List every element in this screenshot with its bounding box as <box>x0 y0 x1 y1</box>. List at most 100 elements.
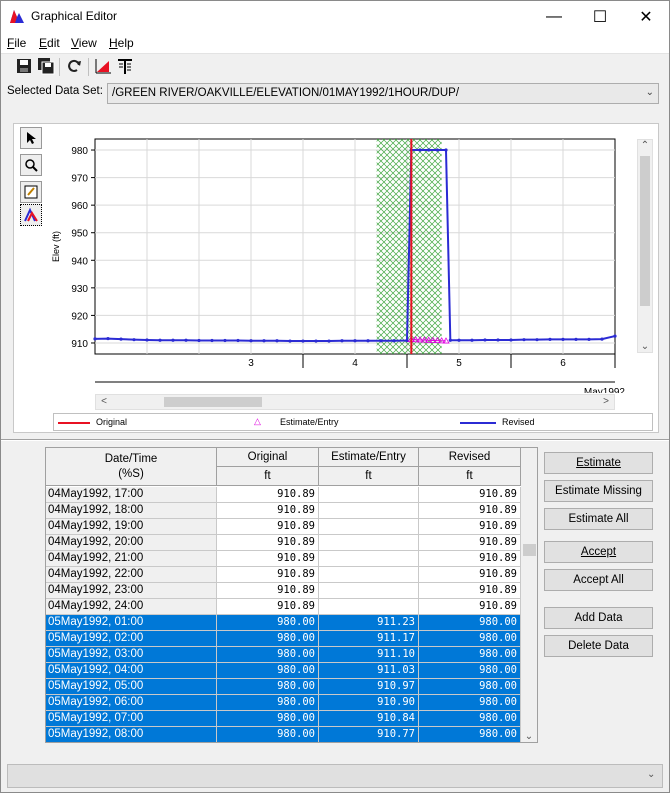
scroll-left-icon[interactable]: < <box>97 396 111 407</box>
cell-revised[interactable]: 980.00 <box>419 711 521 727</box>
cell-estimate[interactable] <box>319 503 419 519</box>
cell-revised[interactable]: 910.89 <box>419 599 521 615</box>
cell-datetime[interactable]: 05May1992, 06:00 <box>46 695 217 711</box>
estimate-missing-button[interactable]: Estimate Missing <box>544 480 653 502</box>
edit-icon[interactable] <box>20 181 42 203</box>
cell-revised[interactable]: 910.89 <box>419 535 521 551</box>
cell-original[interactable]: 910.89 <box>217 551 319 567</box>
table-row[interactable]: 04May1992, 23:00 910.89 910.89 <box>46 583 521 599</box>
cell-datetime[interactable]: 04May1992, 18:00 <box>46 503 217 519</box>
cell-estimate[interactable] <box>319 487 419 503</box>
maximize-button[interactable]: ☐ <box>577 1 623 32</box>
table-row[interactable]: 04May1992, 20:00 910.89 910.89 <box>46 535 521 551</box>
menu-edit[interactable]: Edit <box>39 36 60 50</box>
cell-original[interactable]: 910.89 <box>217 519 319 535</box>
chart-horizontal-scrollbar[interactable]: < > <box>95 394 615 410</box>
cell-revised[interactable]: 980.00 <box>419 727 521 742</box>
cell-original[interactable]: 910.89 <box>217 503 319 519</box>
menu-help[interactable]: Help <box>109 36 134 50</box>
column-header-datetime[interactable]: Date/Time (%S) <box>46 448 217 486</box>
cell-revised[interactable]: 980.00 <box>419 663 521 679</box>
cell-estimate[interactable]: 910.97 <box>319 679 419 695</box>
cell-original[interactable]: 980.00 <box>217 631 319 647</box>
cell-estimate[interactable]: 910.90 <box>319 695 419 711</box>
scrollbar-thumb[interactable] <box>164 397 262 407</box>
cell-estimate[interactable]: 911.17 <box>319 631 419 647</box>
cell-original[interactable]: 910.89 <box>217 583 319 599</box>
cell-datetime[interactable]: 04May1992, 20:00 <box>46 535 217 551</box>
table-row[interactable]: 05May1992, 03:00 980.00 911.10 980.00 <box>46 647 521 663</box>
elevation-chart[interactable]: 910 920 930 940 950 960 970 980 Elev (ft) 3 4 5 6 May… <box>45 131 627 393</box>
cell-datetime[interactable]: 04May1992, 23:00 <box>46 583 217 599</box>
cell-estimate[interactable] <box>319 551 419 567</box>
table-row[interactable]: 05May1992, 05:00 980.00 910.97 980.00 <box>46 679 521 695</box>
cell-estimate[interactable] <box>319 519 419 535</box>
column-header-original[interactable]: Original <box>217 448 319 467</box>
cell-original[interactable]: 980.00 <box>217 711 319 727</box>
cell-revised[interactable]: 910.89 <box>419 519 521 535</box>
cell-estimate[interactable]: 910.84 <box>319 711 419 727</box>
cell-original[interactable]: 980.00 <box>217 695 319 711</box>
table-row[interactable]: 05May1992, 02:00 980.00 911.17 980.00 <box>46 631 521 647</box>
accept-button[interactable]: Accept <box>544 541 653 563</box>
cell-original[interactable]: 980.00 <box>217 647 319 663</box>
cell-datetime[interactable]: 04May1992, 22:00 <box>46 567 217 583</box>
table-row[interactable]: 05May1992, 06:00 980.00 910.90 980.00 <box>46 695 521 711</box>
cell-original[interactable]: 980.00 <box>217 679 319 695</box>
scroll-up-icon[interactable]: ⌃ <box>638 140 652 151</box>
plot-icon[interactable] <box>94 57 114 77</box>
cell-revised[interactable]: 910.89 <box>419 551 521 567</box>
menu-view[interactable]: View <box>71 36 97 50</box>
chart-vertical-scrollbar[interactable]: ⌃ ⌄ <box>637 139 653 353</box>
cell-estimate[interactable]: 911.03 <box>319 663 419 679</box>
cell-estimate[interactable]: 911.23 <box>319 615 419 631</box>
cell-revised[interactable]: 910.89 <box>419 487 521 503</box>
delete-data-button[interactable]: Delete Data <box>544 635 653 657</box>
cell-revised[interactable]: 980.00 <box>419 631 521 647</box>
menu-file[interactable]: File <box>7 36 26 50</box>
table-vertical-scrollbar[interactable]: ⌄ <box>521 448 537 742</box>
cell-estimate[interactable] <box>319 583 419 599</box>
cell-revised[interactable]: 910.89 <box>419 503 521 519</box>
table-icon[interactable] <box>116 57 136 77</box>
pointer-icon[interactable] <box>20 127 42 149</box>
cell-revised[interactable]: 910.89 <box>419 583 521 599</box>
cell-revised[interactable]: 910.89 <box>419 567 521 583</box>
cell-datetime[interactable]: 04May1992, 24:00 <box>46 599 217 615</box>
cell-revised[interactable]: 980.00 <box>419 615 521 631</box>
cell-original[interactable]: 980.00 <box>217 615 319 631</box>
cell-datetime[interactable]: 04May1992, 17:00 <box>46 487 217 503</box>
cell-estimate[interactable]: 911.10 <box>319 647 419 663</box>
add-data-button[interactable]: Add Data <box>544 607 653 629</box>
column-header-estimate[interactable]: Estimate/Entry <box>319 448 419 467</box>
cell-original[interactable]: 910.89 <box>217 599 319 615</box>
scroll-right-icon[interactable]: > <box>599 396 613 407</box>
minimize-button[interactable]: — <box>531 1 577 32</box>
cell-original[interactable]: 910.89 <box>217 535 319 551</box>
scrollbar-thumb[interactable] <box>640 156 650 306</box>
cell-original[interactable]: 910.89 <box>217 487 319 503</box>
table-row[interactable]: 04May1992, 21:00 910.89 910.89 <box>46 551 521 567</box>
cell-datetime[interactable]: 05May1992, 08:00 <box>46 727 217 742</box>
splitter[interactable] <box>1 439 669 441</box>
cell-original[interactable]: 980.00 <box>217 663 319 679</box>
table-row[interactable]: 04May1992, 24:00 910.89 910.89 <box>46 599 521 615</box>
cell-revised[interactable]: 980.00 <box>419 679 521 695</box>
table-row[interactable]: 05May1992, 04:00 980.00 911.03 980.00 <box>46 663 521 679</box>
cell-datetime[interactable]: 05May1992, 07:00 <box>46 711 217 727</box>
chevron-down-icon[interactable]: ⌄ <box>647 769 655 780</box>
save-icon[interactable] <box>15 57 35 77</box>
table-row[interactable]: 04May1992, 22:00 910.89 910.89 <box>46 567 521 583</box>
estimate-all-button[interactable]: Estimate All <box>544 508 653 530</box>
cell-datetime[interactable]: 05May1992, 02:00 <box>46 631 217 647</box>
cell-estimate[interactable] <box>319 535 419 551</box>
table-row[interactable]: 05May1992, 01:00 980.00 911.23 980.00 <box>46 615 521 631</box>
cell-revised[interactable]: 980.00 <box>419 695 521 711</box>
cell-original[interactable]: 980.00 <box>217 727 319 742</box>
cell-estimate[interactable]: 910.77 <box>319 727 419 742</box>
table-row[interactable]: 04May1992, 18:00 910.89 910.89 <box>46 503 521 519</box>
table-row[interactable]: 04May1992, 17:00 910.89 910.89 <box>46 487 521 503</box>
cell-estimate[interactable] <box>319 567 419 583</box>
close-button[interactable]: ✕ <box>623 1 669 32</box>
cell-original[interactable]: 910.89 <box>217 567 319 583</box>
